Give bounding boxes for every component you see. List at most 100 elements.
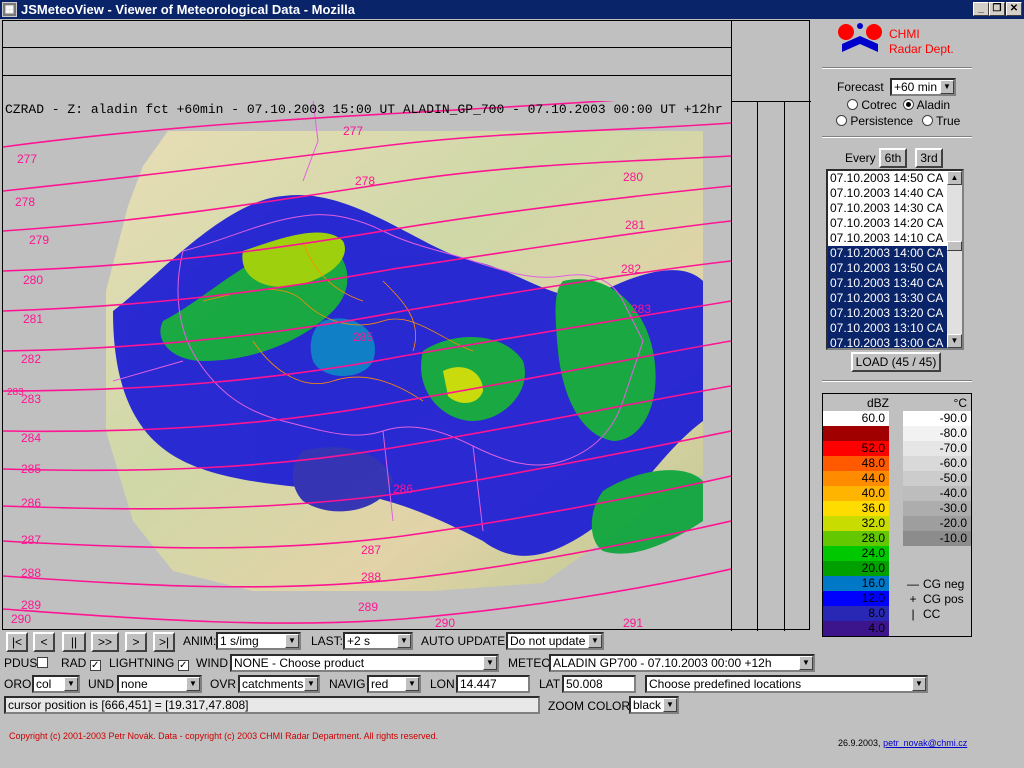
wind-select[interactable]: NONE - Choose product ▼ [230, 654, 499, 672]
map-panel: CZRAD - Z: aladin fct +60min - 07.10.200… [2, 20, 811, 631]
time-listbox[interactable]: 07.10.2003 14:50 CA 07.10.2003 14:40 CA 07… [826, 169, 964, 350]
dbz-title: dBZ [866, 396, 889, 410]
forecast-select[interactable]: +60 min ▼ [890, 78, 956, 96]
prev-frame-button[interactable]: < [33, 632, 55, 652]
dbz-swatch: 60.0 [823, 411, 889, 426]
scroll-up-icon[interactable]: ▲ [947, 171, 962, 185]
time-list-item[interactable]: 07.10.2003 13:00 CA [828, 336, 962, 348]
last-value: +2 s [347, 634, 371, 648]
scroll-down-icon[interactable]: ▼ [947, 334, 962, 348]
rad-label: RAD [61, 656, 87, 670]
every-label: Every [845, 151, 876, 165]
und-select[interactable]: none ▼ [117, 675, 202, 693]
dbz-swatch: 12.0 [823, 591, 889, 606]
radio-cotrec[interactable]: Cotrec [847, 98, 897, 112]
dbz-swatch: 28.0 [823, 531, 889, 546]
lightning-legend-item: — CG neg [903, 577, 964, 591]
isotherm-label: 283 [21, 392, 41, 406]
dbz-swatch: 56.0 [823, 426, 889, 441]
listbox-scrollbar[interactable]: ▲ ▼ [947, 171, 962, 348]
next-frame-button[interactable]: > [125, 632, 147, 652]
isotherm-label: 279 [29, 233, 49, 247]
lightning-toggle[interactable]: LIGHTNING ✓ [109, 656, 189, 671]
radio-aladin[interactable]: Aladin [903, 98, 950, 112]
isotherm-label: 289 [21, 598, 41, 612]
divider [822, 380, 972, 382]
lon-input[interactable]: 14.447 [456, 675, 530, 693]
chevron-down-icon: ▼ [405, 677, 419, 691]
divider [822, 67, 972, 69]
every-3rd-button[interactable]: 3rd [915, 148, 943, 168]
logo-line1: CHMI [889, 27, 920, 41]
forecast-label: Forecast [837, 80, 884, 94]
oro-label: ORO [4, 677, 32, 691]
dbz-swatch: 36.0 [823, 501, 889, 516]
time-list-item[interactable]: 07.10.2003 13:20 CA [828, 306, 962, 321]
dbz-swatch: 48.0 [823, 456, 889, 471]
close-button[interactable]: ✕ [1006, 2, 1022, 16]
chevron-down-icon: ▼ [186, 677, 200, 691]
auto-update-select[interactable]: Do not update ▼ [506, 632, 604, 650]
chevron-down-icon: ▼ [588, 634, 602, 648]
time-list-item[interactable]: 07.10.2003 13:40 CA [828, 276, 962, 291]
lat-input[interactable]: 50.008 [562, 675, 636, 693]
color-legend: dBZ °C 60.0 56.0 52.0 48.0 44.0 40.0 36.0 32.0 2… [822, 393, 972, 637]
chmi-logo: CHMI Radar Dept. [834, 22, 974, 66]
load-button[interactable]: LOAD (45 / 45) [851, 352, 941, 372]
radio-true[interactable]: True [922, 114, 960, 128]
every-6th-button[interactable]: 6th [879, 148, 907, 168]
lightning-legend-label: CG pos [923, 592, 964, 606]
chevron-down-icon: ▼ [397, 634, 411, 648]
chevron-down-icon: ▼ [304, 677, 318, 691]
degc-swatch: -90.0 [903, 411, 971, 426]
time-list-item[interactable]: 07.10.2003 13:50 CA [828, 261, 962, 276]
last-frame-button[interactable]: >| [153, 632, 175, 652]
oro-select[interactable]: col ▼ [32, 675, 80, 693]
play-button[interactable]: >> [91, 632, 119, 652]
locations-select[interactable]: Choose predefined locations ▼ [645, 675, 928, 693]
pdus-toggle[interactable]: PDUS [4, 656, 49, 670]
time-list-item[interactable]: 07.10.2003 14:20 CA [828, 216, 962, 231]
pause-button[interactable]: || [62, 632, 86, 652]
first-frame-button[interactable]: |< [6, 632, 28, 652]
time-list-item[interactable]: 07.10.2003 13:10 CA [828, 321, 962, 336]
rad-toggle[interactable]: RAD ✓ [61, 656, 101, 671]
meteo-label: METEO [508, 656, 551, 670]
chevron-down-icon: ▼ [663, 698, 677, 712]
isotherm-label: 287 [21, 533, 41, 547]
lat-label: LAT [539, 677, 561, 691]
ovr-select[interactable]: catchments ▼ [238, 675, 320, 693]
time-list-item[interactable]: 07.10.2003 14:50 CA [828, 171, 962, 186]
radio-label: Persistence [850, 114, 914, 128]
app-icon: ▦ [2, 2, 17, 17]
meteo-select[interactable]: ALADIN GP700 - 07.10.2003 00:00 +12h ▼ [549, 654, 815, 672]
auto-update-value: Do not update [510, 634, 586, 648]
time-list-item[interactable]: 07.10.2003 14:40 CA [828, 186, 962, 201]
zoom-color-select[interactable]: black ▼ [629, 696, 679, 714]
time-list-item[interactable]: 07.10.2003 14:30 CA [828, 201, 962, 216]
navig-select[interactable]: red ▼ [367, 675, 421, 693]
map-title: CZRAD - Z: aladin fct +60min - 07.10.200… [5, 102, 723, 117]
dbz-swatch: 24.0 [823, 546, 889, 561]
author-email-link[interactable]: petr_novak@chmi.cz [883, 738, 967, 748]
scroll-thumb[interactable] [947, 241, 962, 251]
maximize-button[interactable]: ❐ [989, 2, 1005, 16]
isotherm-label: 286 [393, 482, 413, 496]
dbz-swatch: 44.0 [823, 471, 889, 486]
chevron-down-icon: ▼ [940, 80, 954, 94]
anim-select[interactable]: 1 s/img ▼ [216, 632, 301, 650]
radio-label: True [936, 114, 961, 128]
pdus-label: PDUS [4, 656, 38, 670]
isotherm-label: 290 [435, 616, 455, 629]
time-list-item[interactable]: 07.10.2003 14:10 CA [828, 231, 962, 246]
divider [784, 101, 785, 631]
time-list-item[interactable]: 07.10.2003 13:30 CA [828, 291, 962, 306]
radar-map-canvas[interactable]: 277 278 279 280 281 282 283 284 285 286 … [3, 101, 731, 629]
radio-persistence[interactable]: Persistence [836, 114, 913, 128]
last-select[interactable]: +2 s ▼ [343, 632, 413, 650]
radio-icon [836, 115, 847, 126]
degc-swatch: -60.0 [903, 456, 971, 471]
minimize-button[interactable]: _ [973, 2, 989, 16]
radar-map[interactable]: CZRAD - Z: aladin fct +60min - 07.10.200… [3, 101, 731, 629]
time-list-item[interactable]: 07.10.2003 14:00 CA [828, 246, 962, 261]
